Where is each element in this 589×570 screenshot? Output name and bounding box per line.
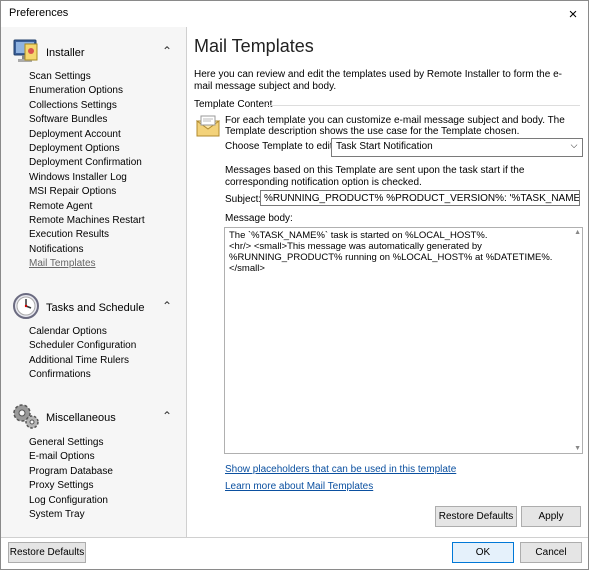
scroll-down-icon[interactable]: ▼	[574, 445, 581, 452]
group-title-tasks-and-schedule: Tasks and Schedule	[46, 302, 145, 314]
chevron-up-icon[interactable]: ⌃	[162, 299, 172, 313]
message-body-textarea[interactable]: The `%TASK_NAME%` task is started on %LO…	[224, 227, 583, 454]
subject-label: Subject:	[225, 194, 262, 205]
window-title: Preferences	[9, 7, 69, 19]
restore-defaults-page-button[interactable]: Restore Defaults	[435, 506, 517, 527]
sidebar-item-collections-settings[interactable]: Collections Settings	[29, 100, 117, 114]
installer-icon	[11, 36, 41, 69]
chevron-up-icon[interactable]: ⌃	[162, 44, 172, 58]
sidebar-item-windows-installer-log[interactable]: Windows Installer Log	[29, 172, 127, 186]
sidebar-item-enumeration-options[interactable]: Enumeration Options	[29, 85, 123, 99]
sidebar-item-confirmations[interactable]: Confirmations	[29, 369, 91, 383]
preferences-window: Preferences × Installer ⌃ Scan Settings …	[0, 0, 589, 570]
envelope-icon	[195, 115, 221, 140]
group-tasks-and-schedule[interactable]: Tasks and Schedule ⌃	[1, 287, 186, 327]
sidebar-item-additional-time-rulers[interactable]: Additional Time Rulers	[29, 355, 129, 369]
sidebar-item-deployment-confirmation[interactable]: Deployment Confirmation	[29, 157, 142, 171]
sidebar-item-email-options[interactable]: E-mail Options	[29, 451, 95, 465]
section-divider	[267, 105, 580, 106]
sidebar-item-calendar-options[interactable]: Calendar Options	[29, 326, 107, 340]
scroll-up-icon[interactable]: ▲	[574, 229, 581, 236]
sidebar-item-scan-settings[interactable]: Scan Settings	[29, 71, 91, 85]
sidebar-item-msi-repair-options[interactable]: MSI Repair Options	[29, 186, 116, 200]
gears-icon	[11, 401, 41, 434]
sidebar-item-mail-templates[interactable]: Mail Templates	[29, 258, 96, 272]
template-dropdown[interactable]: Task Start Notification ⌵	[331, 138, 583, 157]
sidebar-item-deployment-account[interactable]: Deployment Account	[29, 129, 121, 143]
message-body-text: The `%TASK_NAME%` task is started on %LO…	[229, 230, 565, 274]
cancel-button[interactable]: Cancel	[520, 542, 582, 563]
footer-divider	[1, 537, 588, 538]
group-installer[interactable]: Installer ⌃	[1, 32, 186, 72]
sidebar-item-scheduler-configuration[interactable]: Scheduler Configuration	[29, 340, 136, 354]
sidebar-item-software-bundles[interactable]: Software Bundles	[29, 114, 107, 128]
template-dropdown-value: Task Start Notification	[336, 141, 433, 152]
page-description: Here you can review and edit the templat…	[194, 69, 562, 92]
sidebar-item-remote-agent[interactable]: Remote Agent	[29, 201, 92, 215]
sidebar-item-general-settings[interactable]: General Settings	[29, 437, 104, 451]
template-description: For each template you can customize e-ma…	[225, 115, 565, 137]
body-line: %RUNNING_PRODUCT% running on %LOCAL_HOST…	[229, 252, 553, 274]
show-placeholders-link[interactable]: Show placeholders that can be used in th…	[225, 464, 456, 475]
subject-input[interactable]: %RUNNING_PRODUCT% %PRODUCT_VERSION%: '%T…	[260, 190, 580, 206]
sidebar-item-system-tray[interactable]: System Tray	[29, 509, 85, 523]
template-use-case-text: Messages based on this Template are sent…	[225, 165, 525, 188]
group-title-installer: Installer	[46, 47, 85, 59]
choose-template-label: Choose Template to edit:	[225, 141, 336, 152]
sidebar-item-log-configuration[interactable]: Log Configuration	[29, 495, 108, 509]
sidebar-item-notifications[interactable]: Notifications	[29, 244, 83, 258]
message-body-label: Message body:	[225, 213, 293, 224]
group-miscellaneous[interactable]: Miscellaneous ⌃	[1, 397, 186, 437]
clock-icon	[11, 291, 41, 324]
sidebar-item-remote-machines-restart[interactable]: Remote Machines Restart	[29, 215, 145, 229]
sidebar-item-proxy-settings[interactable]: Proxy Settings	[29, 480, 93, 494]
ok-button[interactable]: OK	[452, 542, 514, 563]
page-title: Mail Templates	[194, 36, 314, 56]
chevron-down-icon: ⌵	[570, 140, 578, 150]
sidebar-item-program-database[interactable]: Program Database	[29, 466, 113, 480]
restore-defaults-button[interactable]: Restore Defaults	[8, 542, 86, 563]
sidebar-item-execution-results[interactable]: Execution Results	[29, 229, 109, 243]
sidebar: Installer ⌃ Scan Settings Enumeration Op…	[1, 27, 187, 537]
section-title-template-content: Template Content	[194, 99, 273, 110]
body-line: The `%TASK_NAME%` task is started on %LO…	[229, 230, 488, 241]
group-title-miscellaneous: Miscellaneous	[46, 412, 116, 424]
learn-more-link[interactable]: Learn more about Mail Templates	[225, 481, 373, 492]
main-panel: Mail Templates Here you can review and e…	[187, 27, 588, 537]
chevron-up-icon[interactable]: ⌃	[162, 409, 172, 423]
apply-button[interactable]: Apply	[521, 506, 581, 527]
title-bar: Preferences ×	[1, 1, 588, 27]
body-line: <hr/> <small>This message was automatica…	[229, 241, 482, 252]
sidebar-item-deployment-options[interactable]: Deployment Options	[29, 143, 120, 157]
close-button[interactable]: ×	[561, 3, 585, 25]
